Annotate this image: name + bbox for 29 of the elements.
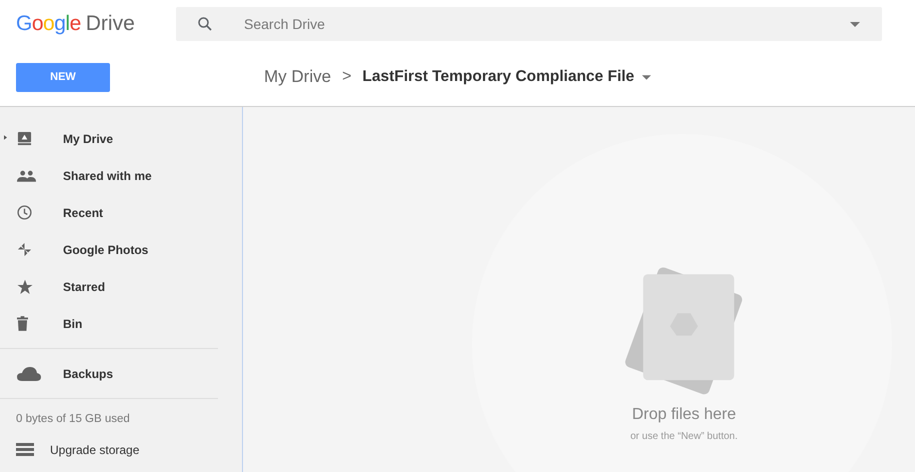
- clock-icon: [17, 205, 32, 220]
- storage-list-icon: [16, 443, 34, 457]
- sidebar-item[interactable]: Shared with me: [63, 168, 152, 182]
- breadcrumb-link[interactable]: My Drive: [264, 67, 332, 87]
- pinwheel-icon: [17, 242, 32, 257]
- star-icon: [17, 278, 33, 294]
- sidebar-item[interactable]: Starred: [63, 280, 106, 294]
- caret-icon[interactable]: [850, 22, 860, 26]
- sidebar-item[interactable]: Google Photos: [63, 242, 148, 256]
- upgrade-storage-link[interactable]: Upgrade storage: [50, 443, 140, 457]
- people-icon: [17, 170, 36, 182]
- sidebar-item[interactable]: Bin: [63, 316, 82, 330]
- sidebar-item[interactable]: My Drive: [63, 132, 114, 146]
- sidebar-item[interactable]: Backups: [63, 366, 114, 380]
- expand-arrow-icon[interactable]: [4, 135, 7, 140]
- cloud-icon: [17, 366, 41, 380]
- storage-usage-text: 0 bytes of 15 GB used: [15, 412, 131, 427]
- search-bar[interactable]: Search Drive: [176, 7, 882, 41]
- search-icon: [196, 15, 214, 33]
- caret-icon[interactable]: [642, 74, 652, 80]
- breadcrumb-separator: >: [342, 68, 352, 86]
- google-drive-logo[interactable]: Google Drive: [0, 12, 160, 36]
- drop-files-hint: or use the “New” button.: [630, 431, 738, 442]
- drop-files-title: Drop files here: [632, 406, 736, 424]
- current-folder-title[interactable]: LastFirst Temporary Compliance File: [362, 68, 634, 86]
- search-field[interactable]: Search Drive: [242, 15, 850, 33]
- drive-icon: [17, 131, 32, 146]
- trash-icon: [17, 316, 28, 331]
- sidebar-item[interactable]: Recent: [63, 206, 104, 220]
